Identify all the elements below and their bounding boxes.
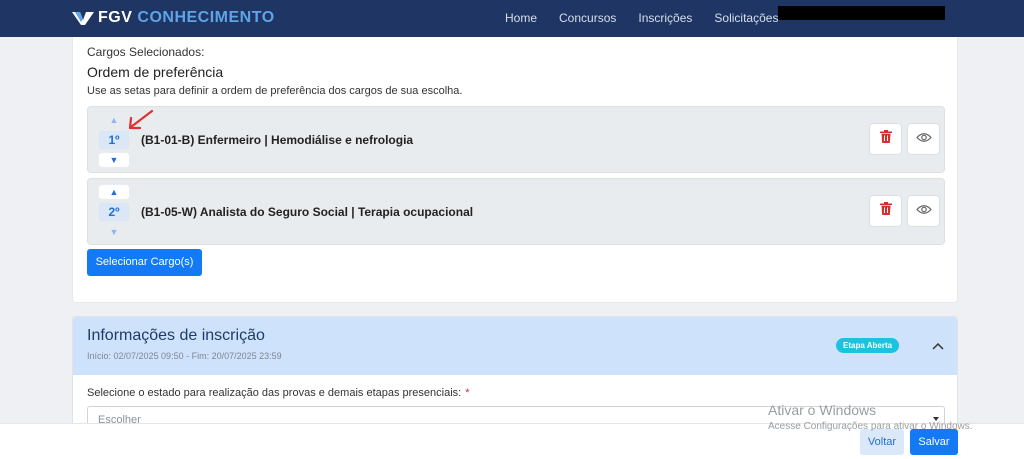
eye-icon bbox=[915, 130, 932, 148]
order-control: ▲ 2º ▼ bbox=[99, 185, 129, 239]
move-down-button[interactable]: ▼ bbox=[99, 225, 129, 239]
move-down-button[interactable]: ▼ bbox=[99, 153, 129, 167]
caret-down-icon bbox=[933, 417, 939, 421]
preference-order-hint: Use as setas para definir a ordem de pre… bbox=[87, 85, 463, 97]
trash-icon bbox=[879, 202, 892, 220]
view-position-button[interactable] bbox=[907, 123, 940, 155]
collapse-button[interactable] bbox=[929, 337, 947, 355]
logo-brand-text: FGV bbox=[98, 9, 133, 26]
nav-inscricoes[interactable]: Inscrições bbox=[638, 11, 692, 25]
registration-info-header[interactable]: Informações de inscrição Início: 02/07/2… bbox=[73, 317, 957, 375]
nav-home[interactable]: Home bbox=[505, 11, 537, 25]
chevron-up-icon bbox=[929, 342, 947, 359]
fgv-logo[interactable]: FGV CONHECIMENTO bbox=[72, 9, 275, 27]
trash-icon bbox=[879, 130, 892, 148]
position-title: (B1-01-B) Enfermeiro | Hemodiálise e nef… bbox=[141, 133, 414, 147]
red-arrow-annotation bbox=[124, 108, 154, 137]
selected-positions-label: Cargos Selecionados: bbox=[87, 45, 205, 59]
nav-concursos[interactable]: Concursos bbox=[559, 11, 616, 25]
position-row: ▲ 1º ▼ (B1-01-B) Enfermeiro | Hemodiális… bbox=[87, 106, 945, 173]
exam-state-label: Selecione o estado para realização das p… bbox=[87, 387, 470, 399]
registration-info-title: Informações de inscrição bbox=[87, 327, 265, 344]
eye-icon bbox=[915, 202, 932, 220]
logo-product-text: CONHECIMENTO bbox=[137, 9, 275, 26]
status-badge: Etapa Aberta bbox=[836, 338, 900, 353]
position-title: (B1-05-W) Analista do Seguro Social | Te… bbox=[141, 205, 474, 219]
redacted-user-area bbox=[778, 6, 945, 20]
fgv-logo-icon bbox=[72, 10, 94, 26]
footer-action-bar: Voltar Salvar bbox=[0, 423, 1024, 459]
delete-position-button[interactable] bbox=[869, 195, 902, 227]
nav-solicitacoes[interactable]: Solicitações bbox=[714, 11, 778, 25]
select-positions-button[interactable]: Selecionar Cargo(s) bbox=[87, 249, 202, 276]
order-number: 2º bbox=[99, 203, 129, 221]
view-position-button[interactable] bbox=[907, 195, 940, 227]
preference-order-heading: Ordem de preferência bbox=[87, 64, 224, 80]
selected-positions-card: Cargos Selecionados: Ordem de preferênci… bbox=[72, 37, 958, 303]
delete-position-button[interactable] bbox=[869, 123, 902, 155]
registration-period: Início: 02/07/2025 09:50 - Fim: 20/07/20… bbox=[87, 351, 282, 361]
move-up-button[interactable]: ▲ bbox=[99, 185, 129, 199]
exam-state-label-text: Selecione o estado para realização das p… bbox=[87, 387, 462, 399]
save-button[interactable]: Salvar bbox=[910, 429, 958, 455]
top-navbar: FGV CONHECIMENTO Home Concursos Inscriçõ… bbox=[0, 0, 1024, 37]
required-mark: * bbox=[465, 387, 470, 399]
main-nav: Home Concursos Inscrições Solicitações bbox=[505, 11, 800, 25]
back-button[interactable]: Voltar bbox=[860, 429, 904, 455]
position-row: ▲ 2º ▼ (B1-05-W) Analista do Seguro Soci… bbox=[87, 178, 945, 245]
